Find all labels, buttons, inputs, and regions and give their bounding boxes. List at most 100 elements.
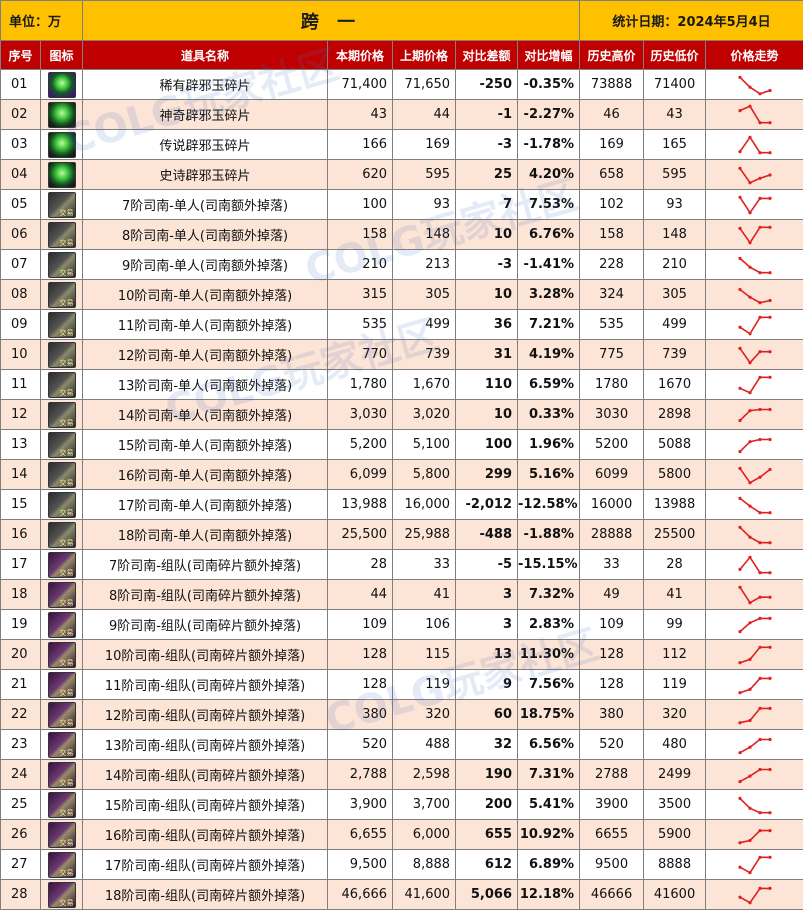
sparkline-path xyxy=(739,856,770,874)
sparkline-path xyxy=(738,167,770,184)
sparkline-point xyxy=(747,687,752,691)
history-high: 2788 xyxy=(579,759,645,790)
sparkline-point xyxy=(767,225,772,229)
row-number: 16 xyxy=(0,519,41,550)
sparkline-point xyxy=(747,774,752,778)
current-price: 1,780 xyxy=(327,369,394,400)
row-number: 27 xyxy=(0,849,41,880)
item-icon-cell: 交易 xyxy=(39,369,84,400)
sparkline-path xyxy=(739,316,770,335)
history-high: 158 xyxy=(579,219,645,250)
item-name: 14阶司南-组队(司南碎片额外掉落) xyxy=(82,759,329,790)
sparkline-point xyxy=(767,172,772,177)
price-table: 单位：万 跨 一 统计日期：2024年5月4日 序号 图标 道具名称 本期价格 … xyxy=(0,0,803,910)
table-row: 15 交易 17阶司南-单人(司南额外掉落) 13,988 16,000 -2,012 -1… xyxy=(0,489,803,520)
stat-date: 统计日期：2024年5月4日 xyxy=(579,0,803,41)
sparkline-point xyxy=(757,407,762,411)
price-difference: 5,066 xyxy=(455,879,519,910)
table-row: 14 交易 16阶司南-单人(司南额外掉落) 6,099 5,800 299 5.16% 60… xyxy=(0,459,803,490)
price-trend-cell xyxy=(705,249,803,280)
price-change-pct: -1.41% xyxy=(517,249,581,280)
sparkline-point xyxy=(737,256,742,260)
sparkline-point xyxy=(747,439,752,443)
history-high: 324 xyxy=(579,279,645,310)
lance-solo-icon: 交易 xyxy=(47,461,76,488)
current-price: 315 xyxy=(327,279,394,310)
item-name: 13阶司南-单人(司南额外掉落) xyxy=(82,369,329,400)
lance-team-icon: 交易 xyxy=(47,761,76,788)
current-price: 28 xyxy=(327,549,394,580)
history-high: 6099 xyxy=(579,459,645,490)
sparkline-path xyxy=(738,226,770,244)
trade-tag: 交易 xyxy=(59,838,74,847)
price-trend-cell xyxy=(705,849,803,880)
table-row: 08 交易 10阶司南-单人(司南额外掉落) 315 305 10 3.28% 324 305 xyxy=(0,279,803,310)
sparkline-point xyxy=(747,806,752,810)
price-change-pct: 7.21% xyxy=(517,309,581,340)
history-high: 169 xyxy=(579,129,645,160)
jade-fragment-icon xyxy=(47,161,76,188)
price-trend-cell xyxy=(705,729,803,760)
item-icon-cell xyxy=(39,129,84,160)
previous-price: 5,800 xyxy=(392,459,457,490)
trade-tag: 交易 xyxy=(59,448,74,457)
row-number: 24 xyxy=(0,759,41,790)
trade-tag: 交易 xyxy=(59,778,74,787)
row-number: 14 xyxy=(0,459,41,490)
history-high: 102 xyxy=(579,189,645,220)
sparkline-path xyxy=(738,526,770,544)
table-row: 22 交易 12阶司南-组队(司南碎片额外掉落) 380 320 60 18.75% 380 3… xyxy=(0,699,803,730)
trade-tag: 交易 xyxy=(59,418,74,427)
row-number: 09 xyxy=(0,309,41,340)
sparkline-point xyxy=(737,690,742,694)
item-name: 9阶司南-组队(司南碎片额外掉落) xyxy=(82,609,329,640)
price-trend-cell xyxy=(705,219,803,250)
sparkline-point xyxy=(737,346,742,350)
history-low: 2898 xyxy=(643,399,707,430)
previous-price: 305 xyxy=(392,279,457,310)
price-trend-cell xyxy=(705,309,803,340)
previous-price: 320 xyxy=(392,699,457,730)
sparkline-point xyxy=(767,737,772,741)
sparkline-point xyxy=(747,620,752,624)
lance-solo-icon: 交易 xyxy=(47,431,76,458)
current-price: 128 xyxy=(327,669,394,700)
current-price: 210 xyxy=(327,249,394,280)
current-price: 380 xyxy=(327,699,394,730)
trade-tag: 交易 xyxy=(59,508,74,517)
sparkline-point xyxy=(767,375,772,379)
sparkline-point xyxy=(737,449,742,453)
history-low: 210 xyxy=(643,249,707,280)
current-price: 100 xyxy=(327,189,394,220)
trade-tag: 交易 xyxy=(59,718,74,727)
price-trend-cell xyxy=(705,429,803,460)
sparkline-point xyxy=(757,767,762,771)
price-sparkline xyxy=(737,166,772,184)
col-header-previous-price: 上期价格 xyxy=(392,40,457,70)
item-name: 10阶司南-组队(司南碎片额外掉落) xyxy=(82,639,329,670)
price-difference: 32 xyxy=(455,729,519,760)
sparkline-path xyxy=(738,467,771,484)
sparkline-point xyxy=(757,737,762,741)
previous-price: 33 xyxy=(392,549,457,580)
price-difference: 60 xyxy=(455,699,519,730)
history-high: 6655 xyxy=(579,819,645,850)
item-name: 17阶司南-单人(司南额外掉落) xyxy=(82,489,329,520)
sparkline-point xyxy=(767,150,772,154)
sparkline-point xyxy=(767,645,772,649)
history-high: 16000 xyxy=(579,489,645,520)
sparkline-path xyxy=(739,768,770,782)
price-sparkline xyxy=(737,616,772,633)
price-change-pct: 7.32% xyxy=(517,579,581,610)
trade-tag: 交易 xyxy=(59,298,74,307)
col-header-change-pct: 对比增幅 xyxy=(517,40,581,70)
history-high: 3900 xyxy=(579,789,645,820)
price-difference: 190 xyxy=(455,759,519,790)
current-price: 43 xyxy=(327,99,394,130)
table-row: 05 交易 7阶司南-单人(司南额外掉落) 100 93 7 7.53% 102 93 xyxy=(0,189,803,220)
trade-tag: 交易 xyxy=(59,238,74,247)
price-trend-cell xyxy=(705,369,803,400)
price-change-pct: 0.33% xyxy=(517,399,581,430)
history-low: 43 xyxy=(643,99,707,130)
item-name: 神奇辟邪玉碎片 xyxy=(82,99,329,130)
